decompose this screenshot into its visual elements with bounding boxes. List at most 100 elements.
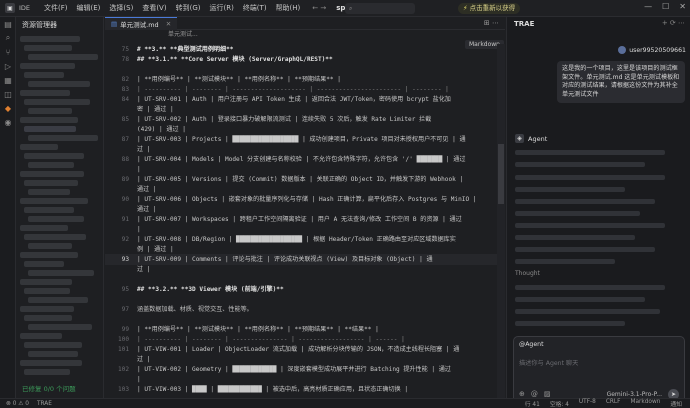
files-icon[interactable]: ▤ (0, 17, 16, 31)
tree-item[interactable] (28, 243, 72, 249)
tree-item[interactable] (20, 252, 78, 258)
eol-indicator[interactable]: CRLF (606, 399, 621, 408)
response-line (515, 321, 625, 326)
tree-item[interactable] (20, 90, 70, 96)
remote-icon[interactable]: ◫ (0, 87, 16, 101)
upgrade-label: 点击重新以获得 (469, 4, 516, 12)
problems-counter[interactable]: ⊗ 0 ⚠ 0 (6, 401, 29, 407)
tree-item[interactable] (24, 99, 90, 105)
minimize-icon[interactable]: — (644, 2, 652, 11)
image-icon[interactable]: ▨ (544, 390, 551, 398)
tree-item[interactable] (24, 126, 76, 132)
tree-item[interactable] (20, 333, 62, 339)
menu-view[interactable]: 查看(V) (142, 3, 166, 13)
tree-item[interactable] (24, 180, 78, 186)
tab-unit-test-md[interactable]: ▤ 单元测试.md ✕ (105, 16, 178, 30)
response-line (515, 297, 645, 302)
account-icon[interactable]: ◉ (0, 115, 16, 129)
tree-item[interactable] (20, 144, 58, 150)
tree-item[interactable] (28, 216, 84, 222)
language-indicator[interactable]: Markdown (630, 399, 660, 408)
attach-icon[interactable]: ⊕ (519, 390, 525, 398)
editor-actions[interactable]: ⊞ ⋯ (484, 19, 499, 27)
line-indicator[interactable]: 行 41 (525, 399, 540, 408)
tree-item[interactable] (28, 297, 88, 303)
tree-item[interactable] (28, 189, 70, 195)
source-control-icon[interactable]: ⑂ (0, 45, 16, 59)
menu-go[interactable]: 转到(G) (176, 3, 201, 13)
tree-item[interactable] (20, 279, 72, 285)
response-line (515, 309, 660, 314)
tree-item[interactable] (24, 234, 86, 240)
tree-item[interactable] (24, 261, 64, 267)
tree-item[interactable] (24, 369, 70, 375)
breadcrumb[interactable]: 单元测试... (105, 30, 505, 40)
code-view[interactable]: 75 # **3.** **典型测试用例明细** 78 ## **3.1.** **C… (105, 44, 497, 398)
menu-edit[interactable]: 编辑(E) (77, 3, 101, 13)
tree-item[interactable] (20, 198, 88, 204)
model-selector[interactable]: Gemini-3.1-Pro-P... (607, 391, 662, 398)
response-line (515, 162, 645, 167)
tree-item[interactable] (20, 360, 82, 366)
extension-orange-icon[interactable]: ◆ (0, 101, 16, 115)
tree-item[interactable] (24, 207, 74, 213)
tree-item[interactable] (20, 117, 78, 123)
tree-item[interactable] (24, 153, 84, 159)
tree-item[interactable] (20, 63, 75, 69)
tab-label: 单元测试.md (120, 20, 159, 29)
explorer-tree[interactable] (16, 36, 103, 375)
tree-item[interactable] (20, 225, 68, 231)
chat-input[interactable]: 描述你与 Agent 聊天 (519, 358, 578, 367)
nav-arrows-icon[interactable]: ← → (312, 4, 326, 12)
scrollbar-thumb[interactable] (498, 144, 504, 204)
notifications-icon[interactable]: 通知 (670, 399, 682, 408)
tree-item[interactable] (28, 324, 92, 330)
tree-item[interactable] (28, 108, 72, 114)
response-line (515, 187, 625, 192)
tree-item[interactable] (28, 81, 90, 87)
menu-run[interactable]: 运行(R) (209, 3, 233, 13)
mention-icon[interactable]: @ (531, 390, 538, 398)
menu-select[interactable]: 选择(S) (109, 3, 133, 13)
tree-item[interactable] (20, 306, 74, 312)
tree-item[interactable] (24, 45, 72, 51)
menu-file[interactable]: 文件(F) (44, 3, 68, 13)
tree-item[interactable] (20, 36, 80, 42)
close-icon[interactable]: ✕ (679, 2, 686, 11)
tree-item[interactable] (24, 342, 82, 348)
command-search[interactable]: ⌕ (345, 3, 415, 14)
indent-indicator[interactable]: 空格: 4 (550, 399, 569, 408)
code-line[interactable]: 103 | UT-VIW-003 | ████ | ████████████ | … (105, 384, 497, 395)
extensions-icon[interactable]: ▦ (0, 73, 16, 87)
tree-item[interactable] (20, 171, 84, 177)
upgrade-button[interactable]: ⚡ 点击重新以获得 (458, 3, 521, 14)
ide-label: IDE (19, 4, 31, 12)
tree-item[interactable] (28, 162, 74, 168)
menu-terminal[interactable]: 终端(T) (243, 3, 267, 13)
problems-status[interactable]: 已修复 0/0 个问题 (22, 383, 76, 393)
menu-help[interactable]: 帮助(H) (276, 3, 301, 13)
agent-header: ◈ Agent (515, 134, 547, 143)
tree-item[interactable] (24, 72, 64, 78)
tree-item[interactable] (24, 315, 72, 321)
trae-status[interactable]: TRAE (37, 401, 52, 407)
response-line (515, 235, 635, 240)
editor-pane: ▤ 单元测试.md ✕ ⊞ ⋯ 单元测试... Markdown 75 # **3… (105, 16, 505, 398)
maximize-icon[interactable]: ☐ (662, 2, 669, 11)
chat-input-box[interactable]: @Agent 描述你与 Agent 聊天 ⊕ @ ▨ Gemini-3.1-Pr… (513, 336, 685, 404)
agent-mention[interactable]: @Agent (519, 341, 544, 348)
tree-item[interactable] (28, 135, 98, 141)
tree-item[interactable] (28, 351, 78, 357)
scrollbar[interactable] (497, 44, 505, 398)
thought-label[interactable]: Thought (515, 270, 540, 277)
search-icon[interactable]: ⌕ (0, 31, 16, 45)
status-bar: ⊗ 0 ⚠ 0 TRAE 行 41 空格: 4 UTF-8 CRLF Markd… (0, 398, 690, 408)
debug-icon[interactable]: ▷ (0, 59, 16, 73)
tree-item[interactable] (24, 288, 70, 294)
tab-close-icon[interactable]: ✕ (166, 20, 171, 28)
bolt-icon: ⚡ (463, 4, 468, 12)
encoding-indicator[interactable]: UTF-8 (579, 399, 596, 408)
panel-actions[interactable]: + ⟳ ⋯ (662, 19, 685, 27)
tree-item[interactable] (28, 54, 98, 60)
tree-item[interactable] (28, 270, 94, 276)
